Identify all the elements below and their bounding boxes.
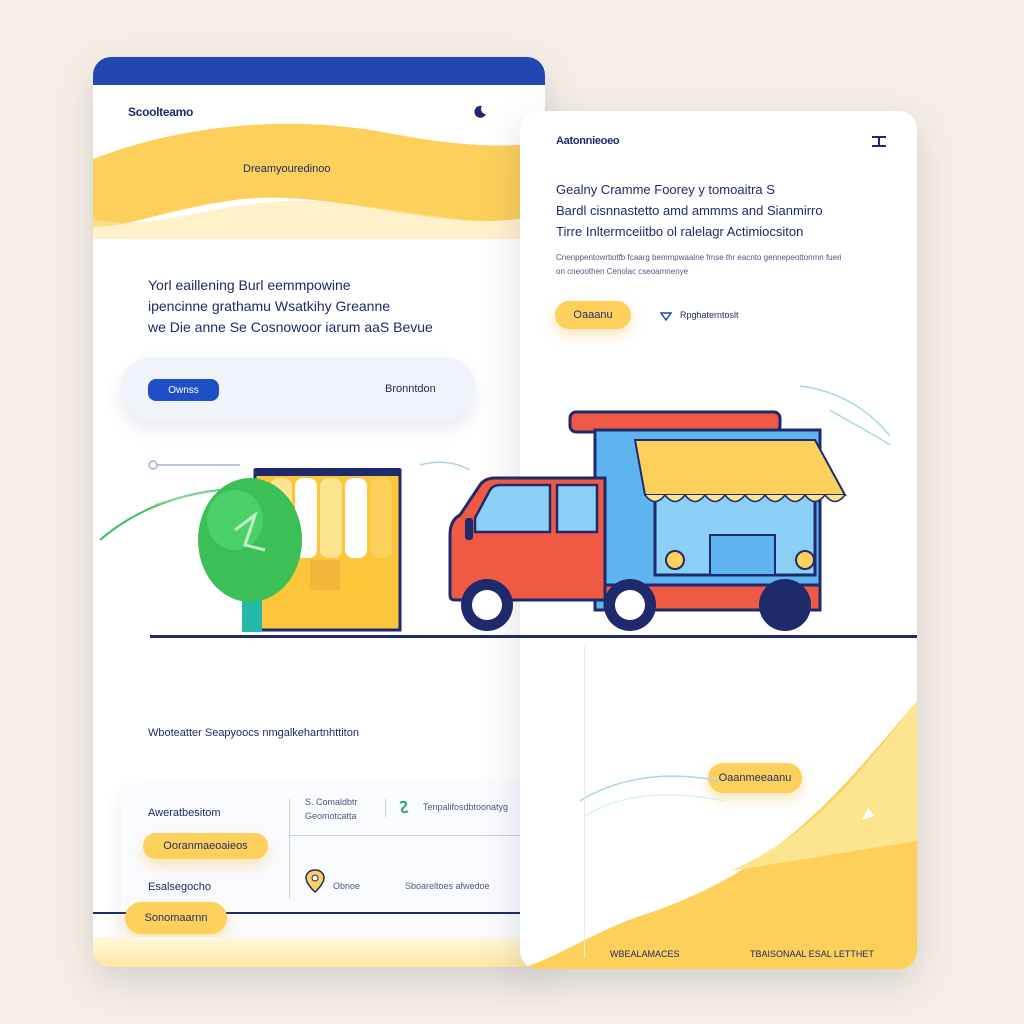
info-item2: Tenpalifosdbtoonatyg [423,802,509,812]
right-cta-button[interactable]: Oaaanu [555,301,631,329]
left-headline-1: Yorl eaillening Burl eemmpowine [148,277,351,293]
info-cta-button[interactable]: Ooranmaeoaieos [143,833,268,859]
ground-line [150,635,917,638]
section-caption: Wboteatter Seapyoocs nmgalkehartnhttiton [148,727,359,739]
menu-icon[interactable] [870,133,888,149]
info-title: Aweratbesitom [148,807,221,819]
right-headline-3: Tirre Inltermceiitbo ol ralelagr Actimio… [556,224,804,239]
footer-right-label: TBAISONAAL ESAL LETTHET [750,949,874,959]
decor-lines [580,775,726,817]
info-vertical-divider [289,799,290,899]
left-bottom-strip [93,937,545,967]
right-panel-divider [584,646,585,958]
search-button[interactable]: Ownss [148,379,219,401]
yellow-wave-banner [93,123,545,239]
location-pin-icon [305,869,325,894]
right-description-2: on cneoothen Cenolac cseoamnenye [556,267,689,276]
right-description-1: Cnenppentowrtiotfb fcaarg bemmpwaalne fm… [556,253,842,262]
left-headline-2: ipencinne grathamu Wsatkihy Greanne [148,298,391,314]
yellow-swoosh [520,701,917,969]
heart-icon [659,309,673,322]
right-secondary-link[interactable]: Rpghaterntoslt [680,310,739,320]
right-headline-2: Bardl cisnnastetto amd ammms and Sianmir… [556,203,823,218]
right-brand-label: Aatonnieoeo [556,135,620,147]
info-bottom-button[interactable]: Sonomaarnn [125,902,227,934]
footer-left-label: WBEALAMACES [610,949,680,959]
left-brand-label: Scoolteamo [128,105,194,119]
info-horizontal-divider [289,835,545,836]
hero-illustration [99,409,917,638]
info-sub-label: Esalsegocho [148,881,211,893]
pin-icon [860,806,876,822]
info-item-separator [385,799,386,817]
left-panel-topbar [93,57,545,85]
food-truck [448,410,847,631]
info-item4: Sboareltoes afwedoe [405,881,490,891]
info-item1-sub: Geomotcatta [305,811,357,821]
info-item1-title: S. Comaldbtr [305,797,358,807]
info-item3: Obnoe [333,881,361,891]
moon-icon[interactable] [473,105,487,119]
money-icon [396,799,412,815]
left-headline-3: we Die anne Se Cosnowoor iarum aaS Bevue [148,319,433,335]
right-headline-1: Gealny Cramme Foorey y tomoaitra S [556,182,775,197]
search-link[interactable]: Bronntdon [385,383,436,395]
banner-text: Dreamyouredinoo [243,163,331,175]
